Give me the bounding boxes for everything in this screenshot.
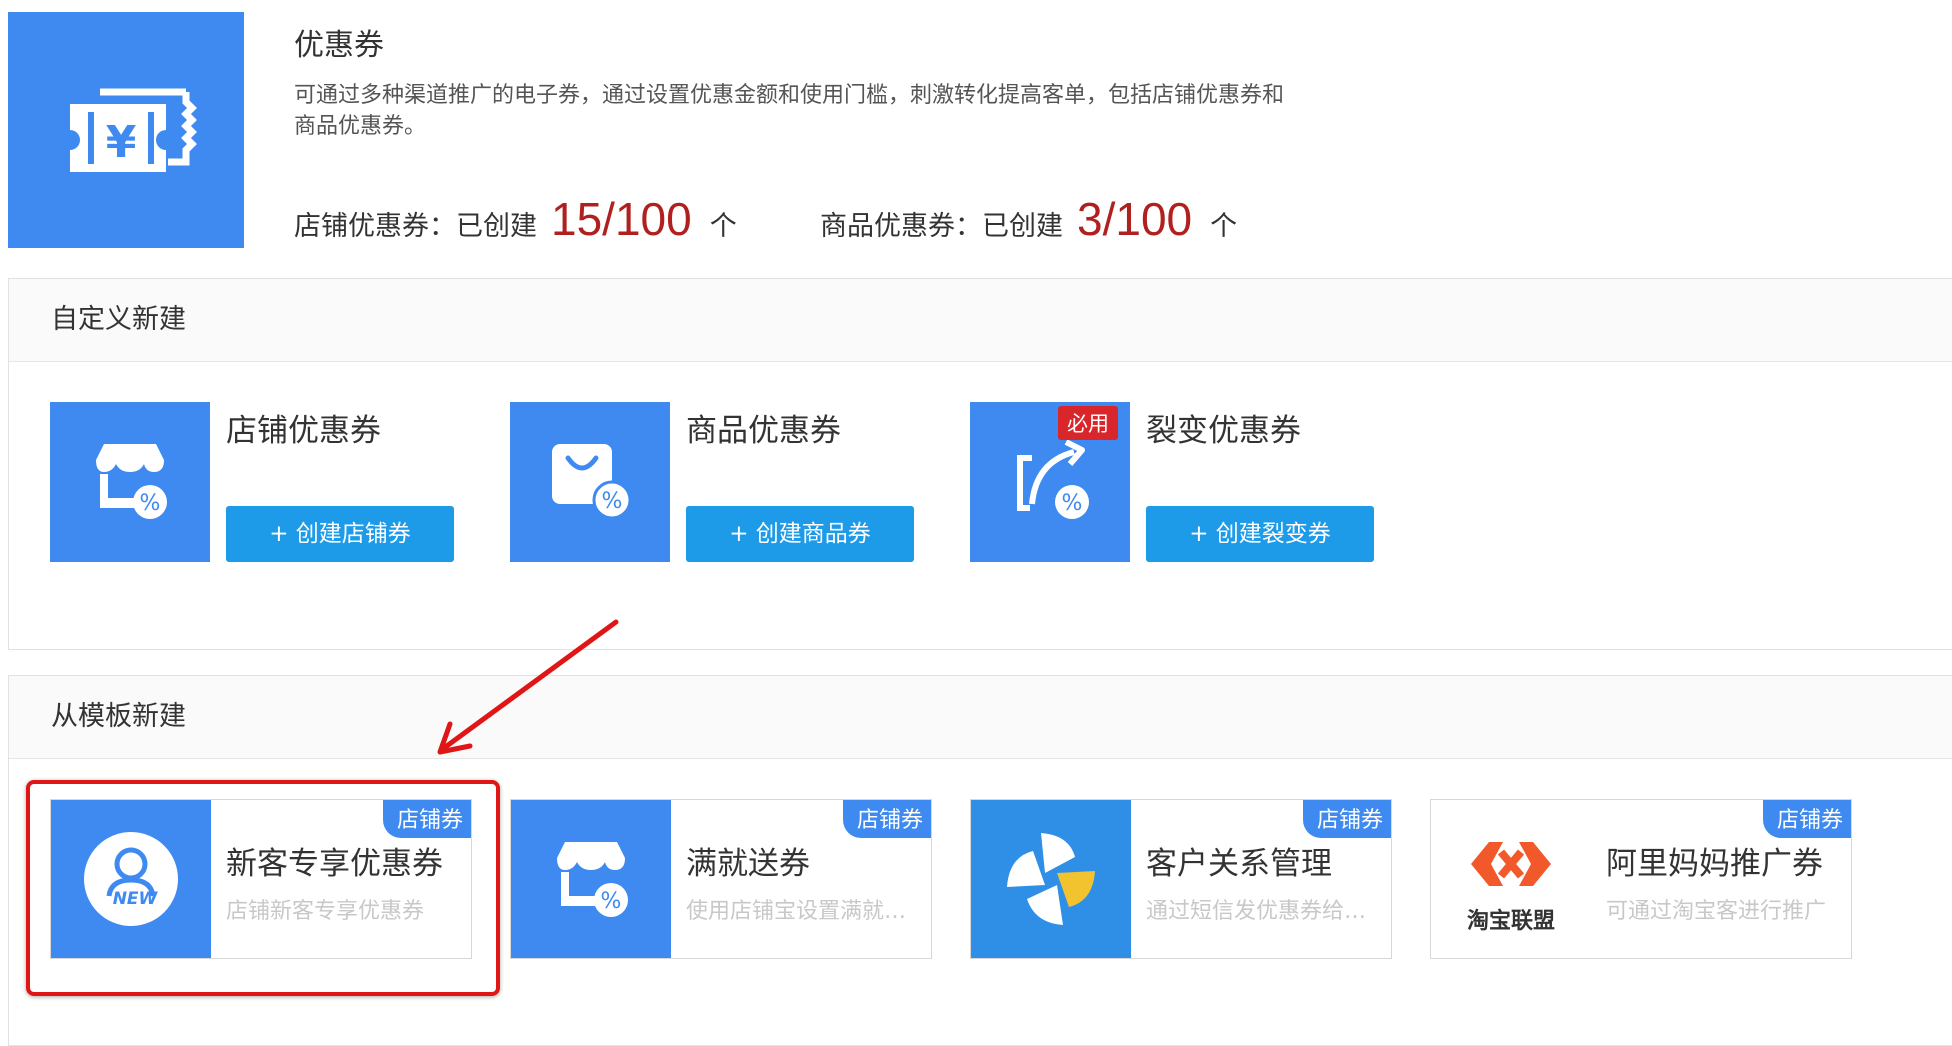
svg-text:%: % bbox=[1062, 491, 1083, 516]
panel-title: 自定义新建 bbox=[9, 279, 1952, 362]
create-store-coupon-button[interactable]: + 创建店铺券 bbox=[226, 506, 454, 562]
stat-label: 店铺优惠券：已创建 bbox=[294, 211, 537, 242]
template-card-crm[interactable]: 客户关系管理 通过短信发优惠券给客户 店铺券 bbox=[970, 799, 1392, 959]
stat-unit: 个 bbox=[1210, 211, 1238, 242]
store-coupon-badge: 店铺券 bbox=[842, 800, 931, 838]
svg-text:¥: ¥ bbox=[106, 117, 137, 168]
svg-text:%: % bbox=[601, 889, 622, 914]
card-title: 店铺优惠券 bbox=[226, 413, 381, 449]
bag-discount-icon: % bbox=[510, 402, 670, 562]
template-subtitle: 通过短信发优惠券给客户 bbox=[1146, 899, 1376, 924]
create-fission-coupon-button[interactable]: + 创建裂变券 bbox=[1146, 506, 1374, 562]
pinwheel-icon bbox=[971, 800, 1131, 958]
template-title: 满就送券 bbox=[686, 846, 810, 882]
store-coupon-badge: 店铺券 bbox=[1762, 800, 1851, 838]
svg-text:%: % bbox=[140, 491, 161, 516]
card-title: 商品优惠券 bbox=[686, 413, 841, 449]
store-discount-icon: % bbox=[511, 800, 671, 958]
template-title: 阿里妈妈推广券 bbox=[1606, 846, 1823, 882]
svg-text:%: % bbox=[602, 489, 623, 514]
page-title: 优惠券 bbox=[294, 28, 384, 63]
logo-text: 淘宝联盟 bbox=[1467, 908, 1555, 934]
card-title: 裂变优惠券 bbox=[1146, 413, 1301, 449]
taobao-union-logo: 淘宝联盟 bbox=[1431, 800, 1591, 958]
stat-unit: 个 bbox=[709, 211, 737, 242]
panel-title: 从模板新建 bbox=[9, 676, 1952, 759]
product-coupon-stat: 商品优惠券：已创建 3/100 个 bbox=[820, 192, 1237, 246]
stat-value: 15/100 bbox=[551, 193, 692, 245]
stat-label: 商品优惠券：已创建 bbox=[820, 211, 1063, 242]
store-discount-icon: % bbox=[50, 402, 210, 562]
store-coupon-stat: 店铺优惠券：已创建 15/100 个 bbox=[294, 192, 737, 246]
store-coupon-badge: 店铺券 bbox=[1302, 800, 1391, 838]
highlight-annotation-box bbox=[26, 780, 500, 996]
stat-value: 3/100 bbox=[1077, 193, 1193, 245]
template-card-full-gift[interactable]: % 满就送券 使用店铺宝设置满就送优惠券 店铺券 bbox=[510, 799, 932, 959]
create-product-coupon-button[interactable]: + 创建商品券 bbox=[686, 506, 914, 562]
template-title: 客户关系管理 bbox=[1146, 846, 1332, 882]
page-description: 可通过多种渠道推广的电子券，通过设置优惠金额和使用门槛，刺激转化提高客单，包括店… bbox=[294, 83, 1285, 139]
template-subtitle: 使用店铺宝设置满就送优惠券 bbox=[686, 899, 916, 924]
template-subtitle: 可通过淘宝客进行推广 bbox=[1606, 899, 1827, 924]
template-card-alimama[interactable]: 淘宝联盟 阿里妈妈推广券 可通过淘宝客进行推广 店铺券 bbox=[1430, 799, 1852, 959]
coupon-hero-icon: ¥ bbox=[8, 12, 244, 248]
annotation-arrow bbox=[437, 619, 619, 755]
must-use-badge: 必用 bbox=[1058, 406, 1118, 440]
